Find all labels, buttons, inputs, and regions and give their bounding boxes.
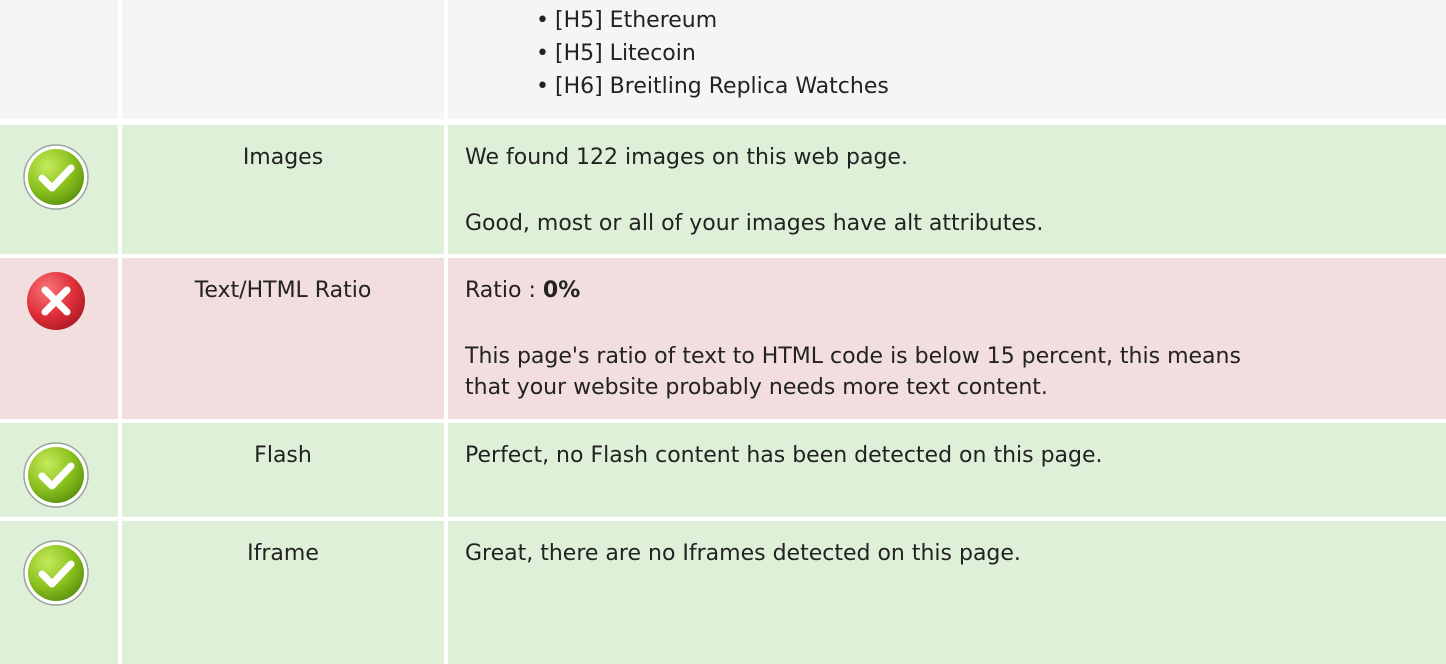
label-cell: Flash	[122, 423, 444, 517]
check-label: Images	[242, 145, 324, 170]
iframe-row: Iframe Great, there are no Iframes detec…	[0, 521, 1446, 664]
list-item: [H6] Breitling Replica Watches	[536, 70, 889, 103]
result-text: Perfect, no Flash content has been detec…	[465, 443, 1103, 468]
headings-row: [H5] Ethereum [H5] Litecoin [H6] Breitli…	[0, 0, 1446, 119]
cross-icon	[27, 272, 85, 330]
label-cell: Text/HTML Ratio	[122, 258, 444, 419]
result-text: This page's ratio of text to HTML code i…	[465, 344, 1241, 369]
images-row: Images We found 122 images on this web p…	[0, 125, 1446, 254]
icon-cell	[0, 258, 118, 419]
check-label: Iframe	[247, 541, 319, 566]
icon-cell	[0, 0, 118, 119]
headings-list: [H5] Ethereum [H5] Litecoin [H6] Breitli…	[536, 4, 889, 103]
result-cell: Ratio : 0% This page's ratio of text to …	[448, 258, 1446, 419]
ratio-value: 0%	[542, 278, 581, 303]
result-text: Good, most or all of your images have al…	[465, 211, 1044, 236]
check-label: Text/HTML Ratio	[194, 278, 372, 303]
icon-cell	[0, 125, 118, 254]
check-label: Flash	[254, 443, 312, 468]
flash-row: Flash Perfect, no Flash content has been…	[0, 423, 1446, 517]
list-item: [H5] Litecoin	[536, 37, 889, 70]
result-cell: [H5] Ethereum [H5] Litecoin [H6] Breitli…	[448, 0, 1446, 119]
ratio-prefix: Ratio :	[465, 278, 543, 303]
ratio-line: Ratio : 0%	[465, 276, 1406, 306]
result-cell: Perfect, no Flash content has been detec…	[448, 423, 1446, 517]
checkmark-icon	[23, 144, 89, 210]
checkmark-icon	[23, 442, 89, 508]
icon-cell	[0, 521, 118, 664]
result-cell: Great, there are no Iframes detected on …	[448, 521, 1446, 664]
result-text: Great, there are no Iframes detected on …	[465, 541, 1021, 566]
icon-cell	[0, 423, 118, 517]
result-cell: We found 122 images on this web page. Go…	[448, 125, 1446, 254]
checkmark-icon	[23, 540, 89, 606]
result-text: We found 122 images on this web page.	[465, 145, 908, 170]
text-html-ratio-row: Text/HTML Ratio Ratio : 0% This page's r…	[0, 258, 1446, 419]
label-cell	[122, 0, 444, 119]
label-cell: Images	[122, 125, 444, 254]
list-item: [H5] Ethereum	[536, 4, 889, 37]
result-text: that your website probably needs more te…	[465, 375, 1048, 400]
label-cell: Iframe	[122, 521, 444, 664]
